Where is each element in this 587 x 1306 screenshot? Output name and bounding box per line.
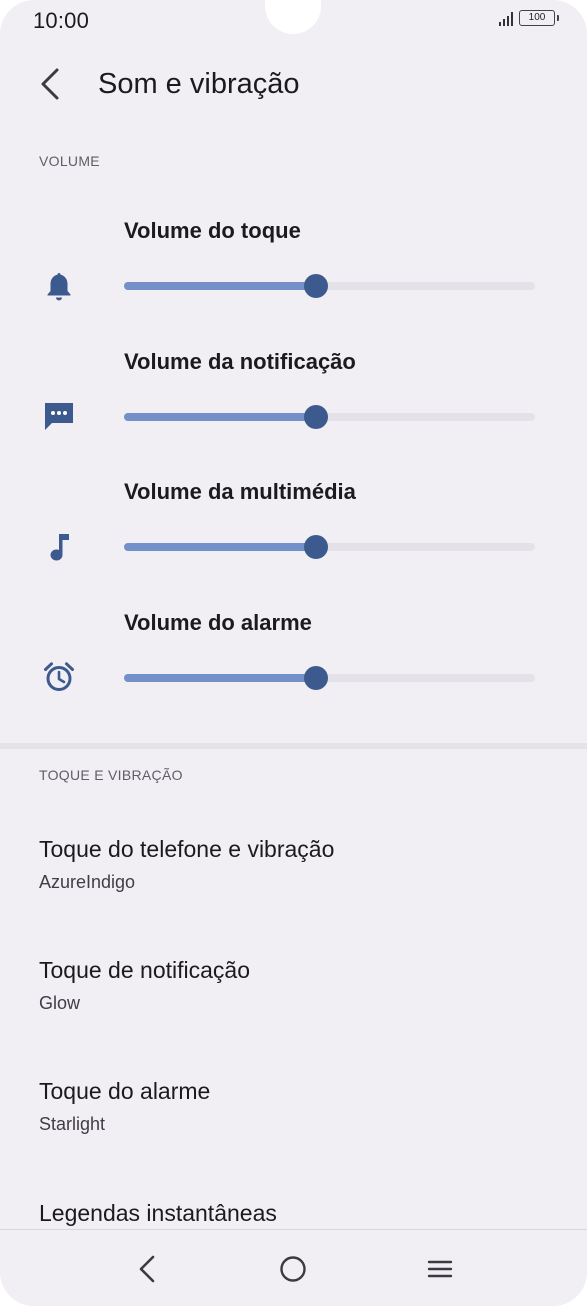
nav-recents-button[interactable]: [415, 1244, 465, 1294]
alarm-volume-slider[interactable]: [124, 663, 535, 693]
back-arrow-icon: [41, 68, 59, 100]
slider-fill: [124, 674, 317, 682]
music-note-icon: [42, 530, 76, 564]
section-divider: [0, 743, 587, 749]
notification-volume-label: Volume da notificação: [124, 349, 356, 374]
item-title: Legendas instantâneas: [39, 1200, 277, 1226]
phone-screen: 10:00 100 Som e vibração VOLUME Volume d…: [0, 0, 587, 1306]
slider-fill: [124, 282, 317, 290]
phone-ringtone-item[interactable]: Toque do telefone e vibração AzureIndigo: [0, 836, 587, 936]
navigation-bar: [0, 1229, 587, 1306]
notification-volume-slider[interactable]: [124, 402, 535, 432]
item-title: Toque de notificação: [39, 957, 250, 983]
alarm-clock-icon: [42, 660, 76, 694]
slider-thumb[interactable]: [304, 405, 329, 429]
slider-thumb[interactable]: [304, 535, 329, 559]
status-icons: 100: [499, 10, 559, 26]
item-subtitle: AzureIndigo: [39, 872, 136, 892]
slider-fill: [124, 543, 317, 551]
media-volume-label: Volume da multimédia: [124, 479, 356, 504]
slider-thumb[interactable]: [304, 666, 329, 690]
page-title: Som e vibração: [98, 68, 300, 100]
item-subtitle: Starlight: [39, 1114, 106, 1134]
nav-back-icon: [139, 1255, 155, 1283]
battery-icon: 100: [519, 10, 559, 26]
back-button[interactable]: [28, 62, 72, 106]
nav-home-button[interactable]: [268, 1244, 318, 1294]
item-title: Toque do alarme: [39, 1078, 211, 1104]
signal-icon: [499, 10, 513, 26]
section-header-ringtone: TOQUE E VIBRAÇÃO: [39, 767, 183, 783]
nav-back-button[interactable]: [122, 1244, 172, 1294]
camera-notch: [265, 0, 321, 34]
slider-fill: [124, 413, 317, 421]
slider-thumb[interactable]: [304, 274, 329, 298]
alarm-tone-item[interactable]: Toque do alarme Starlight: [0, 1078, 587, 1178]
status-time: 10:00: [33, 8, 90, 33]
item-title: Toque do telefone e vibração: [39, 836, 335, 862]
section-header-volume: VOLUME: [39, 153, 100, 169]
ring-volume-slider[interactable]: [124, 271, 535, 301]
item-subtitle: Glow: [39, 993, 81, 1013]
ring-volume-label: Volume do toque: [124, 218, 301, 243]
media-volume-slider[interactable]: [124, 532, 535, 562]
message-icon: [42, 399, 76, 433]
live-caption-item[interactable]: Legendas instantâneas: [0, 1200, 587, 1228]
notification-tone-item[interactable]: Toque de notificação Glow: [0, 957, 587, 1057]
bell-icon: [42, 269, 76, 303]
nav-home-icon: [280, 1256, 306, 1282]
alarm-volume-label: Volume do alarme: [124, 610, 312, 635]
nav-menu-icon: [427, 1260, 453, 1278]
